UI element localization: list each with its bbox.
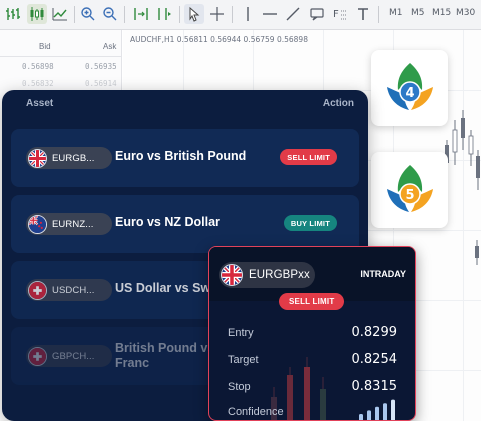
asset-pill: EURNZ... bbox=[26, 213, 112, 235]
confidence-bar bbox=[383, 403, 387, 420]
candlestick-icon[interactable] bbox=[27, 4, 47, 24]
target-value: 0.8254 bbox=[351, 352, 398, 367]
stop-value: 0.8315 bbox=[351, 379, 398, 394]
asset-pill: USDCH... bbox=[26, 279, 112, 301]
line-chart-icon[interactable] bbox=[50, 4, 70, 24]
asset-name: US Dollar vs Sw bbox=[115, 281, 211, 295]
text-icon[interactable] bbox=[353, 4, 373, 24]
timeframe-m1[interactable]: M1 bbox=[389, 8, 403, 18]
detail-sell-limit-badge: SELL LIMIT bbox=[279, 293, 345, 310]
confidence-label: Confidence bbox=[228, 406, 284, 418]
detail-symbol: EURGBPxx bbox=[249, 269, 310, 281]
horizontal-line-icon[interactable] bbox=[260, 4, 280, 24]
autoscroll-icon[interactable] bbox=[131, 4, 151, 24]
signal-detail-card[interactable]: EURGBPxx INTRADAY SELL LIMIT Entry 0.829… bbox=[208, 246, 416, 421]
ask-value: 0.56914 bbox=[85, 79, 117, 88]
mt5-number: 5 bbox=[405, 188, 414, 203]
target-label: Target bbox=[228, 354, 259, 366]
timeframe-m5[interactable]: M5 bbox=[411, 8, 425, 18]
metatrader-5-card[interactable]: 5 bbox=[371, 152, 448, 228]
timeframe-m15[interactable]: M15 bbox=[432, 8, 451, 18]
detail-asset-pill: EURGBPxx bbox=[219, 262, 315, 288]
bid-value: 0.56832 bbox=[22, 79, 54, 88]
buy-limit-badge: BUY LIMIT bbox=[283, 215, 337, 231]
asset-pill: EURGB... bbox=[26, 147, 112, 169]
fibonacci-icon[interactable]: F bbox=[330, 4, 350, 24]
stop-label: Stop bbox=[228, 381, 251, 393]
asset-name: Euro vs British Pound bbox=[115, 149, 247, 163]
swiss-flag-icon bbox=[28, 280, 47, 300]
metatrader-4-card[interactable]: 4 bbox=[371, 50, 448, 126]
chart-candles bbox=[445, 110, 480, 265]
asset-name: Euro vs NZ Dollar bbox=[115, 215, 220, 229]
trendline-icon[interactable] bbox=[283, 4, 303, 24]
svg-text:F: F bbox=[333, 9, 339, 20]
asset-name: British Pound vs bbox=[115, 341, 215, 355]
vertical-line-icon[interactable] bbox=[238, 4, 258, 24]
uk-flag-icon bbox=[28, 148, 47, 168]
asset-symbol: EURNZ... bbox=[52, 218, 94, 230]
asset-symbol: GBPCH... bbox=[52, 350, 95, 362]
bid-value: 0.56898 bbox=[22, 62, 54, 71]
confidence-bar bbox=[391, 399, 395, 420]
text-label-icon[interactable] bbox=[307, 4, 327, 24]
entry-value: 0.8299 bbox=[351, 325, 398, 340]
timeframe-m30[interactable]: M30 bbox=[456, 8, 475, 18]
zoom-in-icon[interactable] bbox=[78, 4, 98, 24]
mt4-number: 4 bbox=[405, 86, 414, 101]
timeframe-tag: INTRADAY bbox=[360, 269, 406, 279]
signal-row-eurgbp[interactable]: EURGB... Euro vs British Pound SELL LIMI… bbox=[11, 129, 359, 187]
asset-column-header: Asset bbox=[26, 98, 54, 109]
asset-symbol: USDCH... bbox=[52, 284, 95, 296]
chart-toolbar: F M1 M5 M15 M30 bbox=[0, 0, 481, 30]
chart-symbol-title: AUDCHF,H1 0.56811 0.56944 0.56759 0.5689… bbox=[130, 35, 308, 44]
crosshair-icon[interactable] bbox=[207, 4, 227, 24]
bar-chart-icon[interactable] bbox=[3, 4, 23, 24]
confidence-bar bbox=[367, 410, 371, 420]
uk-flag-icon bbox=[221, 264, 243, 286]
metatrader-4-icon: 4 bbox=[386, 63, 433, 110]
signals-header: Asset Action bbox=[2, 90, 368, 118]
cursor-icon[interactable] bbox=[184, 4, 204, 24]
asset-name-line2: Franc bbox=[115, 356, 150, 370]
entry-label: Entry bbox=[228, 327, 254, 339]
zoom-out-icon[interactable] bbox=[100, 4, 120, 24]
sell-limit-badge: SELL LIMIT bbox=[280, 149, 337, 165]
signal-row-eurnzd[interactable]: EURNZ... Euro vs NZ Dollar BUY LIMIT bbox=[11, 195, 359, 253]
confidence-meter bbox=[359, 399, 395, 420]
chart-shift-icon[interactable] bbox=[155, 4, 175, 24]
ask-value: 0.56935 bbox=[85, 62, 117, 71]
action-column-header: Action bbox=[322, 98, 354, 109]
confidence-bar bbox=[375, 406, 379, 420]
swiss-flag-icon bbox=[28, 346, 47, 366]
asset-symbol: EURGB... bbox=[52, 152, 95, 164]
bid-header: Bid bbox=[39, 42, 51, 51]
asset-pill: GBPCH... bbox=[26, 345, 112, 367]
nz-flag-icon bbox=[28, 214, 47, 234]
ask-header: Ask bbox=[103, 42, 117, 51]
confidence-bar bbox=[359, 414, 363, 420]
metatrader-5-icon: 5 bbox=[386, 165, 433, 212]
